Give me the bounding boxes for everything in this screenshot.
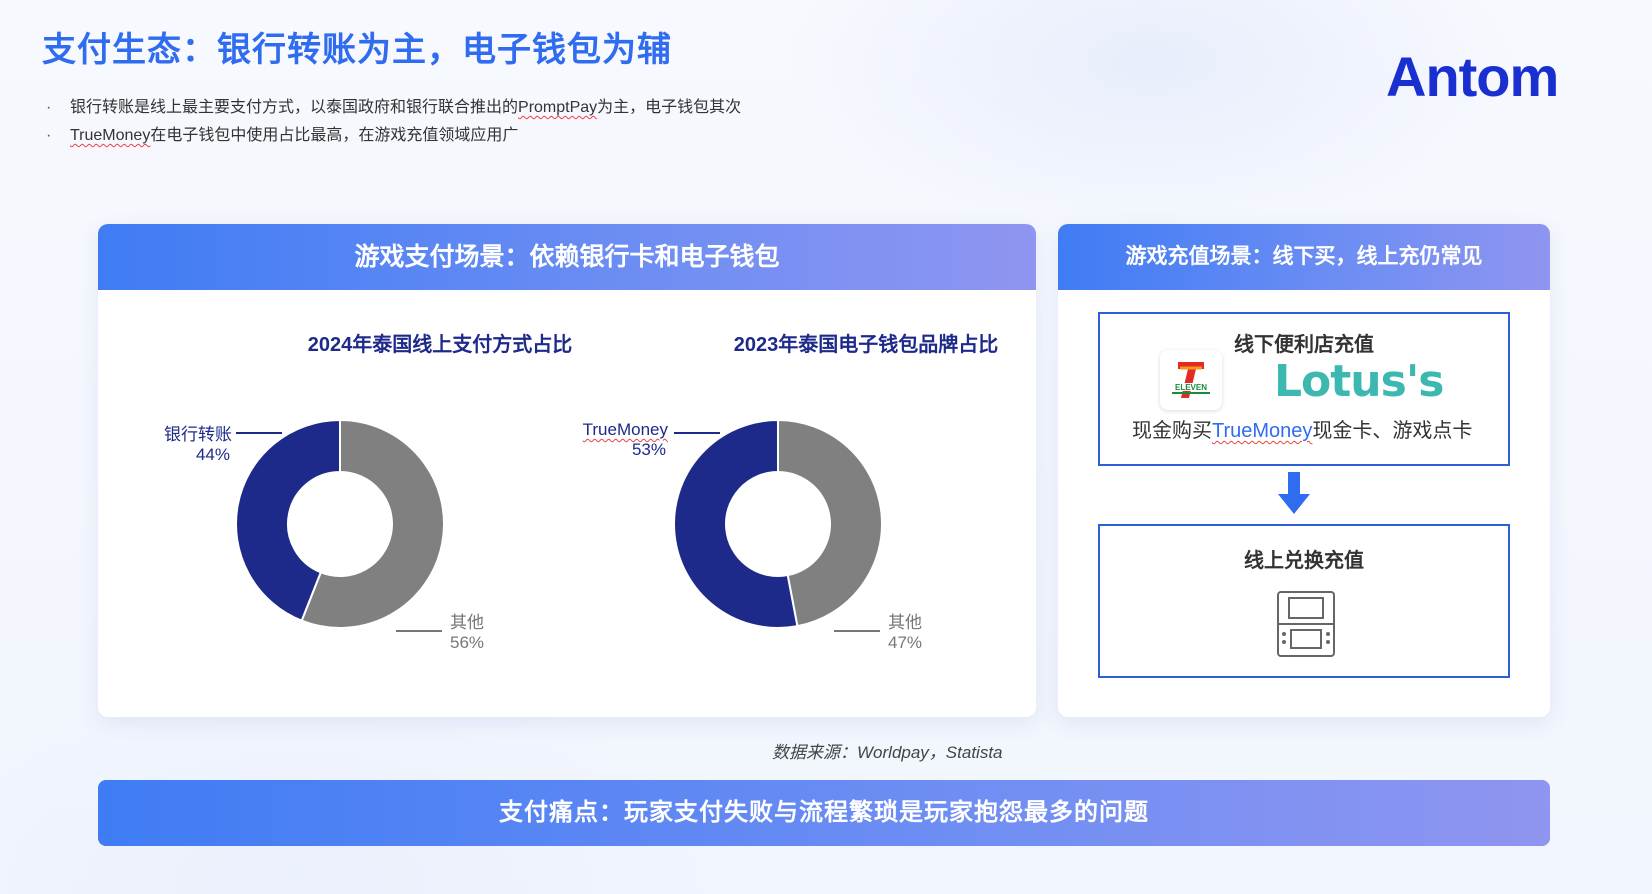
page-title: 支付生态：银行转账为主，电子钱包为辅 — [42, 31, 672, 69]
game-payment-card: 游戏支付场景：依赖银行卡和电子钱包 2024年泰国线上支付方式占比 2023年泰… — [98, 224, 1036, 717]
chart2-leader-line-other — [834, 630, 880, 632]
bullet-item: TrueMoney在电子钱包中使用占比最高，在游戏充值领域应用广 — [46, 122, 741, 150]
bullet-text: 在电子钱包中使用占比最高，在游戏充值领域应用广 — [150, 127, 519, 144]
chart-title-2: 2023年泰国电子钱包品牌占比 — [733, 334, 999, 356]
game-topup-card: 游戏充值场景：线下买，线上充仍常见 线下便利店充值 ELEVEN Lotus's… — [1058, 224, 1550, 717]
pain-point-banner: 支付痛点：玩家支付失败与流程繁琐是玩家抱怨最多的问题 — [98, 780, 1550, 846]
chart1-leader-line-other — [396, 630, 442, 632]
bullet-term: PromptPay — [518, 99, 598, 116]
online-topup-box: 线上兑换充值 — [1098, 524, 1510, 678]
game-payment-card-header: 游戏支付场景：依赖银行卡和电子钱包 — [98, 224, 1036, 290]
bullet-list: 银行转账是线上最主要支付方式，以泰国政府和银行联合推出的PromptPay为主，… — [46, 94, 741, 150]
bullet-text: 为主，电子钱包其次 — [597, 99, 742, 116]
logo-text: Antom — [1386, 46, 1558, 108]
lotus-logo: Lotus's — [1274, 356, 1444, 407]
svg-text:ELEVEN: ELEVEN — [1175, 383, 1207, 392]
bullet-item: 银行转账是线上最主要支付方式，以泰国政府和银行联合推出的PromptPay为主，… — [46, 94, 741, 122]
online-topup-title: 线上兑换充值 — [1244, 550, 1364, 572]
offline-topup-description: 现金购买TrueMoney现金卡、游戏点卡 — [1132, 420, 1473, 442]
arrow-down-icon — [1278, 472, 1310, 514]
chart2-leader-line-truemoney — [674, 432, 720, 434]
chart-title-1: 2024年泰国线上支付方式占比 — [307, 334, 573, 356]
chart1-leader-line-bank — [236, 432, 282, 434]
chart1-label-other: 其他 56% — [450, 613, 485, 652]
bullet-term: TrueMoney — [70, 127, 151, 144]
data-source: 数据来源：Worldpay，Statista — [772, 743, 1003, 762]
donut-chart-payment-methods — [235, 418, 445, 629]
seven-eleven-logo: ELEVEN — [1160, 350, 1222, 410]
chart2-label-truemoney: TrueMoney 53% — [582, 420, 668, 459]
chart2-label-other: 其他 47% — [888, 613, 923, 652]
bullet-text: 银行转账是线上最主要支付方式，以泰国政府和银行联合推出的 — [70, 99, 519, 116]
handheld-console-icon — [1277, 591, 1335, 657]
offline-topup-box: 线下便利店充值 ELEVEN Lotus's 现金购买TrueMoney现金卡、… — [1098, 312, 1510, 466]
donut-chart-ewallet-brands — [673, 418, 883, 629]
chart1-label-bank: 银行转账 44% — [164, 425, 232, 464]
chart2-slice-other — [777, 418, 883, 628]
game-topup-card-header: 游戏充值场景：线下买，线上充仍常见 — [1058, 224, 1550, 290]
antom-logo: Antom — [1386, 46, 1559, 108]
